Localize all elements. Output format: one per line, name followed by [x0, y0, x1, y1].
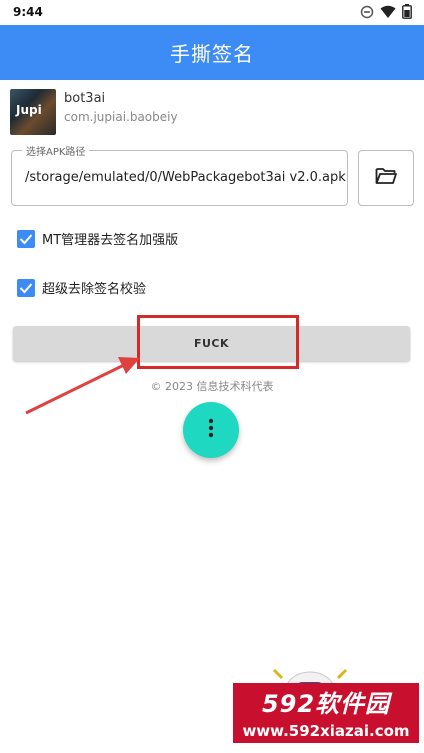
option-super-remove-verify[interactable]: 超级去除签名校验 [17, 278, 146, 297]
apk-path-label: 选择APK路径 [22, 143, 90, 158]
folder-open-icon [375, 167, 397, 189]
watermark: 592软件园 www.592xiazai.com [233, 683, 419, 745]
app-text: bot3ai com.jupiai.baobeiy [64, 89, 178, 135]
highlight-box [137, 315, 299, 369]
watermark-url: www.592xiazai.com [233, 719, 419, 743]
app-name: bot3ai [64, 91, 106, 106]
app-icon-text: Jupi [16, 103, 42, 117]
checkbox-checked-icon[interactable] [17, 278, 35, 297]
watermark-title: 592软件园 [233, 683, 419, 719]
option-mt-enhanced[interactable]: MT管理器去签名加强版 [17, 229, 178, 248]
status-time: 9:44 [13, 5, 43, 19]
more-vert-icon [208, 418, 214, 442]
wifi-icon [380, 5, 396, 22]
folder-picker-button[interactable] [358, 150, 414, 206]
option-label: MT管理器去签名加强版 [42, 233, 179, 248]
page-title: 手撕签名 [170, 42, 254, 66]
more-options-fab[interactable] [183, 402, 239, 458]
battery-icon [402, 4, 412, 22]
app-icon: Jupi [10, 89, 56, 135]
option-label: 超级去除签名校验 [42, 282, 147, 297]
status-bar: 9:44 [0, 0, 424, 25]
app-package: com.jupiai.baobeiy [64, 110, 178, 124]
status-icons [360, 4, 412, 22]
checkbox-checked-icon[interactable] [17, 229, 35, 248]
selected-app-info: Jupi bot3ai com.jupiai.baobeiy [10, 89, 178, 135]
app-bar: 手撕签名 [0, 25, 424, 80]
copyright-text: © 2023 信息技术科代表 [150, 380, 274, 393]
apk-path-value[interactable]: /storage/emulated/0/WebPackagebot3ai v2.… [25, 170, 346, 185]
apk-path-field[interactable]: 选择APK路径 /storage/emulated/0/WebPackagebo… [11, 143, 348, 206]
dnd-icon [360, 5, 374, 22]
